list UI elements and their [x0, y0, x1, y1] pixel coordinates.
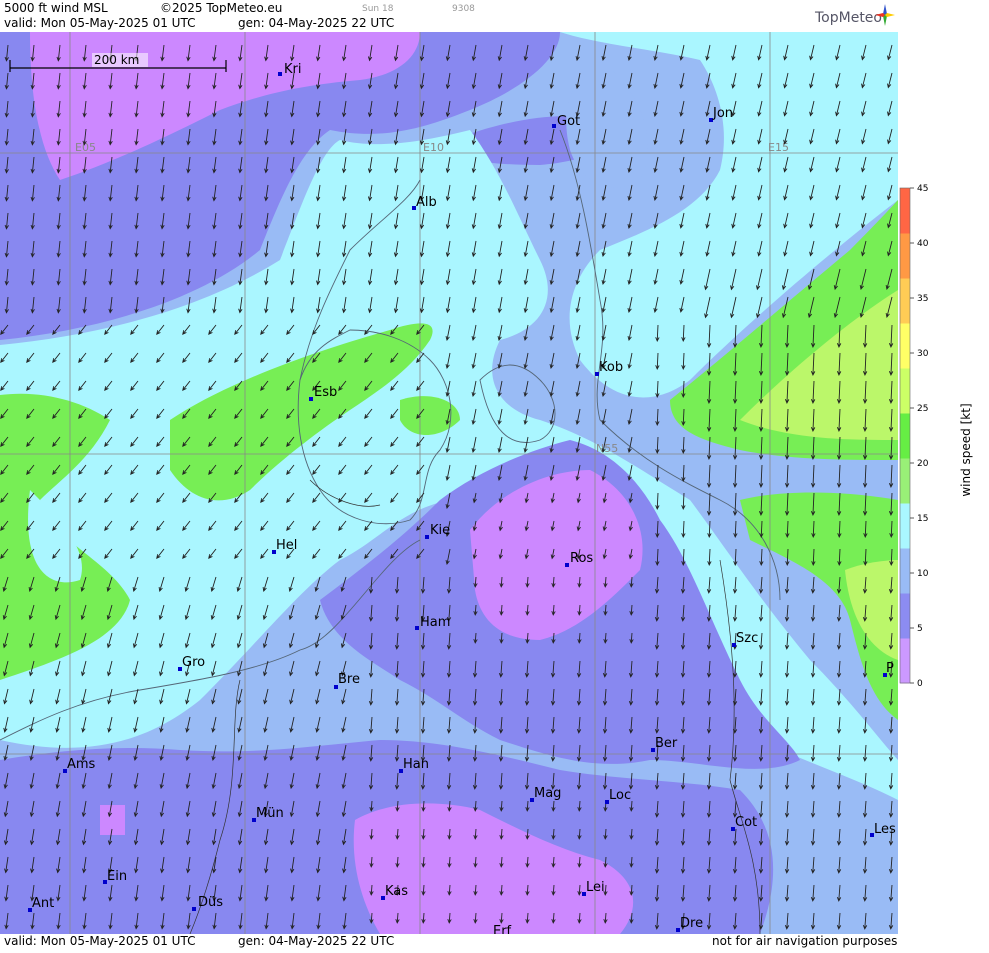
city-marker[interactable]: Lei [582, 880, 605, 896]
city-label: Mag [534, 786, 561, 801]
city-marker[interactable]: Gro [178, 655, 205, 671]
city-marker[interactable]: Bre [334, 672, 360, 689]
city-label: Ber [655, 736, 678, 751]
city-marker[interactable]: Erf [493, 924, 512, 934]
city-label: Got [557, 114, 580, 129]
legend-color-step [900, 413, 910, 459]
wind-zone-lt5-small [100, 805, 125, 835]
city-label: Cot [735, 815, 757, 830]
wind-map: E05 E10 E15 N55 200 km Kri Got Jon Alb K… [0, 32, 898, 934]
city-label: Ham [420, 615, 450, 630]
city-label: Han [403, 757, 429, 772]
legend-tick-label: 0 [917, 679, 923, 689]
city-label: Kas [385, 884, 408, 899]
generated-time: gen: 04-May-2025 22 UTC [238, 16, 395, 30]
compass-icon [875, 4, 895, 26]
city-label: Kri [284, 62, 301, 77]
city-label: Szc [736, 631, 758, 646]
legend-tick-label: 25 [917, 404, 928, 414]
valid-time: valid: Mon 05-May-2025 01 UTC [4, 16, 196, 30]
city-marker[interactable]: Kas [381, 884, 408, 900]
city-marker[interactable]: Dre [676, 916, 703, 932]
legend-tick-label: 10 [917, 569, 929, 579]
city-label: Kie [430, 523, 450, 538]
legend-color-step [900, 593, 910, 639]
scale-bar-label: 200 km [94, 53, 139, 67]
city-marker[interactable]: Alb [412, 195, 437, 210]
city-marker[interactable]: Got [552, 114, 580, 129]
city-marker[interactable]: Loc [605, 788, 631, 804]
legend-color-step [900, 233, 910, 279]
city-marker[interactable]: Ein [103, 869, 127, 884]
city-label: Bre [338, 672, 360, 687]
footer-generated-time: gen: 04-May-2025 22 UTC [238, 934, 395, 948]
legend-ticks: 45 40 35 30 25 20 15 10 5 0 [910, 184, 929, 689]
legend-color-steps [899, 187, 911, 684]
legend-tick-label: 35 [917, 294, 928, 304]
legend-tick-label: 40 [917, 239, 929, 249]
legend-tick-label: 30 [917, 349, 929, 359]
legend-color-step [900, 458, 910, 504]
city-marker[interactable]: Hel [272, 538, 297, 554]
city-label: Hel [276, 538, 297, 553]
city-marker[interactable]: Ham [415, 615, 450, 630]
city-label: Ein [107, 869, 127, 884]
map-footer: valid: Mon 05-May-2025 01 UTC gen: 04-Ma… [0, 934, 898, 949]
legend-tick-label: 5 [917, 624, 923, 634]
topmeteo-logo: TopMeteo [815, 10, 882, 26]
legend-color-step [900, 188, 910, 234]
city-label: Mün [256, 806, 284, 821]
legend-tick-label: 20 [917, 459, 929, 469]
legend-tick-label: 15 [917, 514, 928, 524]
city-label: Dre [680, 916, 703, 931]
legend-tick-label: 45 [917, 184, 928, 194]
legend-color-step [900, 548, 910, 594]
city-label: Ant [32, 896, 54, 911]
city-label: Gro [182, 655, 205, 670]
city-marker[interactable]: Les [870, 822, 896, 837]
legend-color-step [900, 323, 910, 369]
map-title: 5000 ft wind MSL [4, 1, 108, 15]
city-marker[interactable]: Ber [651, 736, 678, 752]
city-marker[interactable]: Szc [732, 631, 758, 647]
code-label: 9308 [452, 4, 475, 14]
city-label: Düs [198, 895, 223, 910]
city-label: Lei [586, 880, 605, 895]
city-label: P [886, 661, 894, 676]
city-label: Ams [67, 757, 96, 772]
copyright: ©2025 TopMeteo.eu [160, 1, 283, 15]
wind-speed-legend: 45 40 35 30 25 20 15 10 5 0 wind speed [kt] [898, 0, 989, 949]
city-marker[interactable]: Ros [565, 551, 593, 567]
disclaimer: not for air navigation purposes [712, 934, 898, 948]
legend-colorbar: 45 40 35 30 25 20 15 10 5 0 wind speed [kt] [899, 184, 973, 689]
sun-label: Sun 18 [362, 4, 394, 14]
legend-color-step [900, 503, 910, 549]
legend-color-step [900, 278, 910, 324]
city-label: Kob [599, 360, 623, 375]
city-marker[interactable]: Ams [63, 757, 96, 773]
city-marker[interactable]: Jon [709, 106, 733, 122]
city-label: Alb [416, 195, 437, 210]
legend-color-step [900, 638, 910, 684]
city-marker[interactable]: Kob [595, 360, 623, 376]
city-marker[interactable]: Ant [28, 896, 54, 912]
city-marker[interactable]: Mag [530, 786, 561, 802]
city-marker[interactable]: Cot [731, 815, 757, 831]
city-label: Esb [314, 385, 337, 400]
grid-label-e10: E10 [423, 141, 444, 154]
city-label: Jon [712, 106, 733, 121]
map-header: 5000 ft wind MSL ©2025 TopMeteo.eu Sun 1… [0, 0, 898, 32]
city-label: Les [874, 822, 896, 837]
city-label: Erf [493, 924, 512, 934]
legend-color-step [900, 368, 910, 414]
legend-title: wind speed [kt] [959, 403, 973, 496]
grid-label-n55: N55 [596, 442, 618, 455]
city-marker[interactable]: Esb [309, 385, 337, 401]
grid-label-e15: E15 [768, 141, 789, 154]
footer-valid-time: valid: Mon 05-May-2025 01 UTC [4, 934, 196, 948]
city-marker[interactable]: Mün [252, 806, 284, 822]
city-label: Loc [609, 788, 631, 803]
city-marker[interactable]: Han [399, 757, 429, 773]
city-label: Ros [570, 551, 593, 566]
